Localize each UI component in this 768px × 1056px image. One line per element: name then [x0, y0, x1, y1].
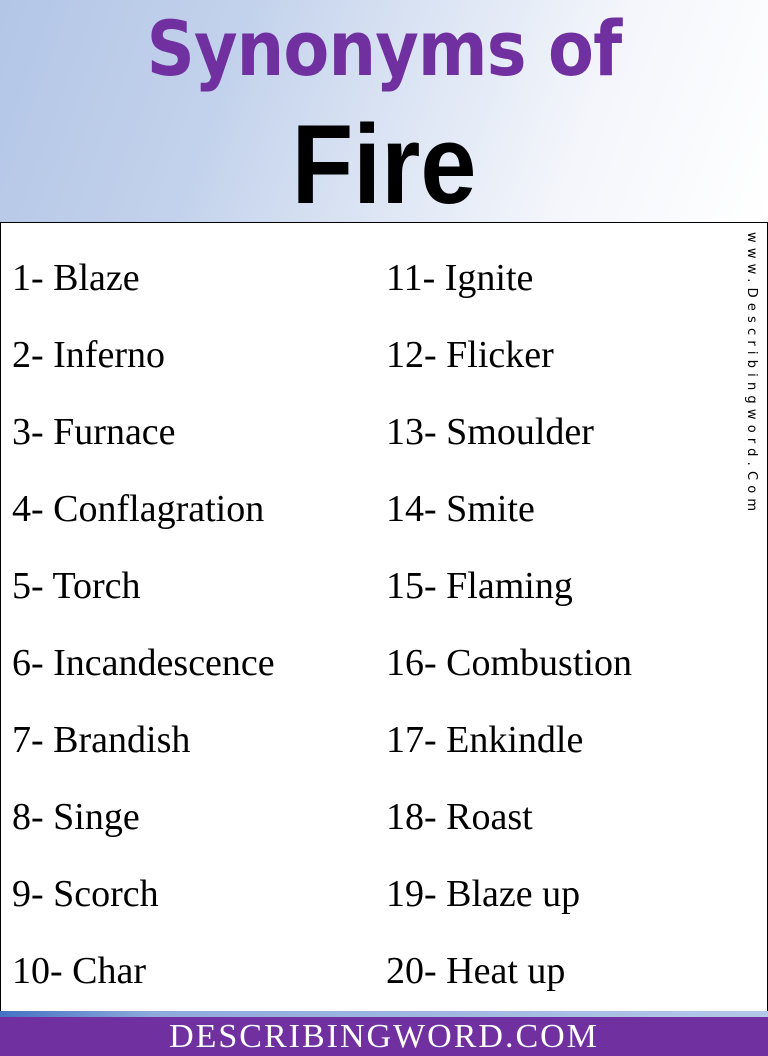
synonym-list-panel: 1- Blaze 2- Inferno 3- Furnace 4- Confla…: [0, 222, 768, 1012]
list-item: 15- Flaming: [386, 565, 573, 607]
title-synonyms-of: Synonyms of: [146, 4, 623, 93]
list-item: 13- Smoulder: [386, 411, 594, 453]
footer-site-name: DESCRIBINGWORD.COM: [169, 1018, 599, 1055]
list-item: 4- Conflagration: [12, 488, 265, 530]
list-item: 14- Smite: [386, 488, 535, 530]
list-item: 18- Roast: [386, 796, 533, 838]
list-item: 1- Blaze: [12, 257, 140, 299]
list-item: 2- Inferno: [12, 334, 165, 376]
list-item: 5- Torch: [12, 565, 141, 607]
list-item: 6- Incandescence: [12, 642, 275, 684]
list-item: 16- Combustion: [386, 642, 632, 684]
title-keyword: Fire: [291, 102, 477, 227]
list-item: 7- Brandish: [12, 719, 191, 761]
footer-banner: DESCRIBINGWORD.COM: [0, 1017, 768, 1056]
synonym-column-right: 11- Ignite 12- Flicker 13- Smoulder 14- …: [386, 253, 632, 1023]
list-item: 8- Singe: [12, 796, 140, 838]
list-item: 19- Blaze up: [386, 873, 581, 915]
list-item: 9- Scorch: [12, 873, 159, 915]
header-banner: Synonyms of Fire: [0, 0, 768, 227]
vertical-watermark: www.Describingword.Com: [744, 232, 759, 517]
list-item: 17- Enkindle: [386, 719, 584, 761]
list-item: 12- Flicker: [386, 334, 554, 376]
list-item: 11- Ignite: [386, 257, 534, 299]
list-item: 3- Furnace: [12, 411, 176, 453]
synonym-column-left: 1- Blaze 2- Inferno 3- Furnace 4- Confla…: [12, 253, 275, 1023]
